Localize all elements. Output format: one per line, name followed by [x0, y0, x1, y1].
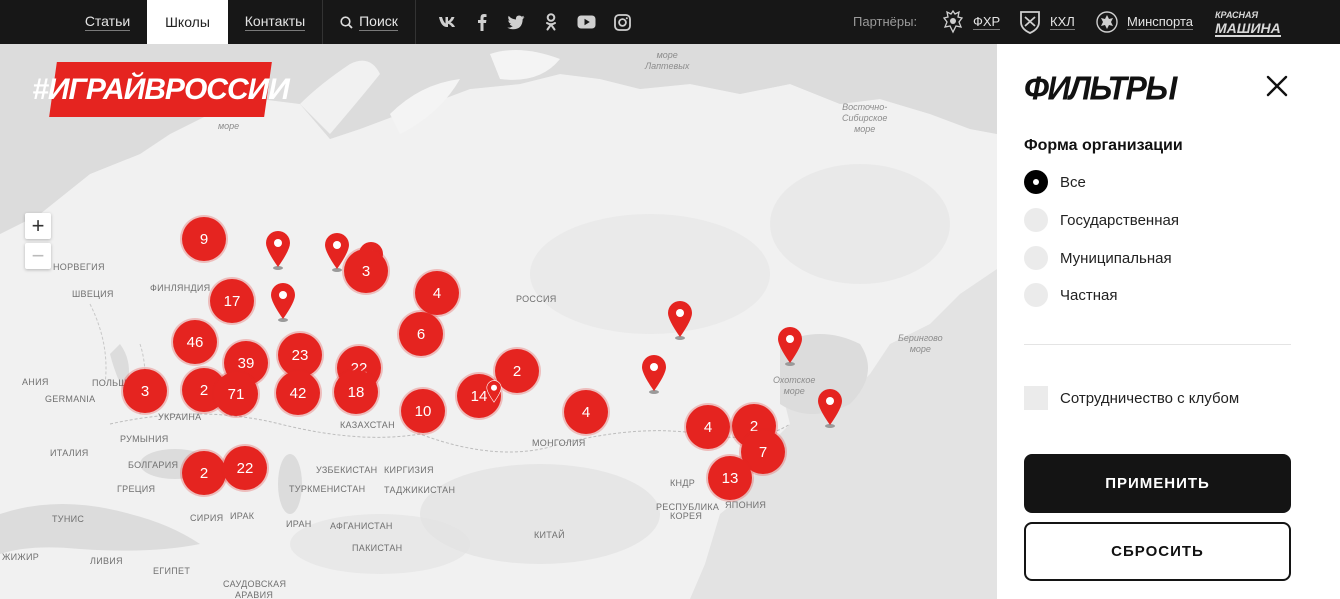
partner-krasnaya-mashina[interactable]: КРАСНАЯ МАШИНА — [1215, 10, 1281, 38]
school-cluster[interactable]: 3 — [123, 369, 167, 413]
organization-form-title: Форма организации — [1024, 137, 1183, 154]
khl-shield-icon — [1020, 11, 1040, 34]
odnoklassniki-icon[interactable] — [541, 12, 561, 32]
radio-private[interactable]: Частная — [1024, 282, 1117, 308]
map-terrain — [0, 44, 997, 599]
brand-logo-text: #ИГРАЙВРОССИИ — [32, 72, 290, 106]
radio-all[interactable]: Все — [1024, 169, 1086, 195]
nav-schools-label: Школы — [165, 13, 210, 30]
partner-fhr[interactable]: ФХР — [941, 8, 1001, 36]
school-cluster[interactable]: 71 — [214, 372, 258, 416]
twitter-icon[interactable] — [506, 12, 526, 32]
school-cluster[interactable]: 2 — [182, 451, 226, 495]
instagram-icon[interactable] — [612, 12, 632, 32]
location-pin-icon[interactable] — [777, 326, 803, 366]
radio-all-indicator[interactable] — [1024, 170, 1048, 194]
brand-logo[interactable]: #ИГРАЙВРОССИИ — [32, 62, 290, 117]
radio-all-label: Все — [1060, 173, 1086, 191]
location-pin-icon[interactable] — [265, 230, 291, 270]
school-cluster[interactable]: 13 — [708, 456, 752, 500]
nav-articles[interactable]: Статьи — [68, 0, 147, 44]
club-cooperation-checkbox[interactable]: Сотрудничество с клубом — [1024, 386, 1239, 410]
location-pin-icon[interactable] — [817, 388, 843, 428]
radio-state[interactable]: Государственная — [1024, 207, 1179, 233]
nav-separator — [415, 0, 416, 44]
radio-municipal[interactable]: Муниципальная — [1024, 245, 1172, 271]
top-navigation: Статьи Школы Контакты Поиск Партнёры: ФХ… — [0, 0, 1340, 44]
location-pin-icon[interactable] — [486, 380, 502, 404]
fhr-emblem-icon — [942, 9, 964, 34]
reset-button[interactable]: СБРОСИТЬ — [1024, 522, 1291, 581]
krasnaya-mashina-line2: МАШИНА — [1215, 20, 1281, 37]
facebook-icon[interactable] — [472, 12, 492, 32]
radio-municipal-label: Муниципальная — [1060, 249, 1172, 267]
nav-contacts[interactable]: Контакты — [228, 0, 322, 44]
partner-khl[interactable]: КХЛ — [1018, 8, 1075, 36]
partner-fhr-label: ФХР — [973, 14, 1001, 30]
school-cluster[interactable]: 4 — [415, 271, 459, 315]
minsport-emblem-icon — [1096, 11, 1118, 33]
radio-state-indicator[interactable] — [1024, 208, 1048, 232]
partners-label: Партнёры: — [853, 14, 918, 29]
nav-search-label: Поиск — [359, 13, 398, 31]
school-cluster[interactable]: 3 — [344, 249, 388, 293]
nav-schools[interactable]: Школы — [147, 0, 228, 44]
filter-divider — [1024, 344, 1291, 345]
location-pin-icon[interactable] — [270, 282, 296, 322]
school-cluster[interactable]: 46 — [173, 320, 217, 364]
school-cluster[interactable]: 17 — [210, 279, 254, 323]
krasnaya-mashina-line1: КРАСНАЯ — [1215, 10, 1259, 20]
location-pin-icon[interactable] — [641, 354, 667, 394]
club-cooperation-label: Сотрудничество с клубом — [1060, 389, 1240, 407]
close-icon[interactable] — [1265, 74, 1289, 98]
radio-state-label: Государственная — [1060, 211, 1179, 229]
radio-municipal-indicator[interactable] — [1024, 246, 1048, 270]
radio-private-label: Частная — [1060, 286, 1118, 304]
school-cluster[interactable]: 6 — [399, 312, 443, 356]
apply-button[interactable]: ПРИМЕНИТЬ — [1024, 454, 1291, 513]
location-pin-icon[interactable] — [667, 300, 693, 340]
filter-panel-title: ФИЛЬТРЫ — [1024, 69, 1177, 107]
vk-icon[interactable] — [437, 12, 457, 32]
school-cluster[interactable]: 22 — [223, 446, 267, 490]
youtube-icon[interactable] — [576, 12, 596, 32]
zoom-in-button[interactable]: + — [25, 213, 51, 239]
school-cluster[interactable]: 42 — [276, 371, 320, 415]
search-icon — [340, 15, 353, 29]
zoom-out-button[interactable]: − — [25, 243, 51, 269]
school-cluster[interactable]: 4 — [564, 390, 608, 434]
radio-private-indicator[interactable] — [1024, 283, 1048, 307]
school-cluster[interactable]: 18 — [334, 370, 378, 414]
club-cooperation-checkbox-box[interactable] — [1024, 386, 1048, 410]
partner-minsport-label: Минспорта — [1127, 14, 1194, 30]
nav-contacts-label: Контакты — [244, 13, 306, 31]
partner-khl-label: КХЛ — [1050, 14, 1075, 30]
school-cluster[interactable]: 4 — [686, 405, 730, 449]
nav-articles-label: Статьи — [84, 13, 131, 31]
school-cluster[interactable]: 10 — [401, 389, 445, 433]
schools-map[interactable]: НОРВЕГИЯ ШВЕЦИЯ ФИНЛЯНДИЯ РОССИЯ ПОЛЬША … — [0, 44, 997, 599]
filter-panel: ФИЛЬТРЫ Форма организации Все Государств… — [997, 44, 1340, 599]
nav-search[interactable]: Поиск — [323, 0, 415, 44]
school-cluster[interactable]: 9 — [182, 217, 226, 261]
partner-minsport[interactable]: Минспорта — [1095, 8, 1194, 36]
